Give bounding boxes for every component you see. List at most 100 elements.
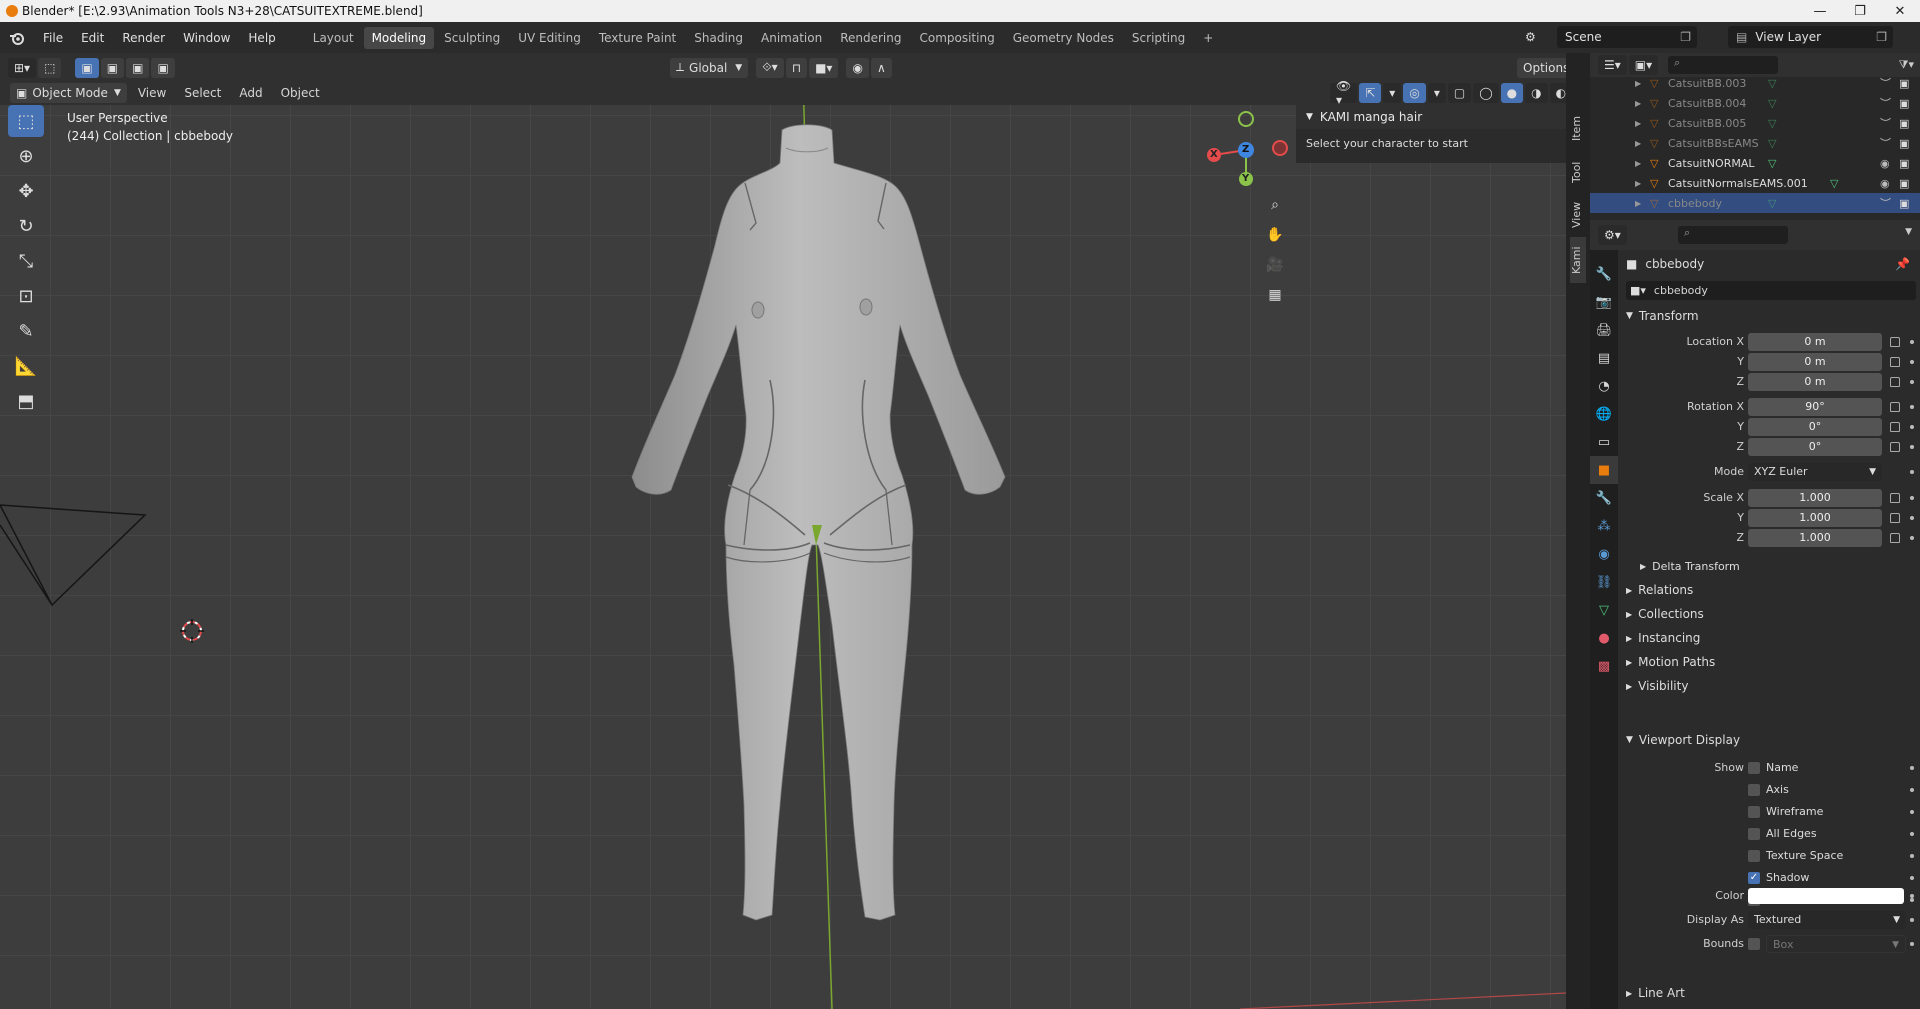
lock-icon[interactable] bbox=[1890, 401, 1900, 412]
output-tab-icon[interactable]: 🖨 bbox=[1590, 316, 1618, 344]
keyframe-icon[interactable] bbox=[1910, 809, 1914, 814]
keyframe-icon[interactable] bbox=[1910, 339, 1914, 344]
keyframe-icon[interactable] bbox=[1910, 917, 1914, 922]
display-mode-icon[interactable]: ▣▾ bbox=[1628, 55, 1659, 75]
keyframe-icon[interactable] bbox=[1910, 424, 1914, 429]
select-mode-extend-icon[interactable]: ▣ bbox=[100, 57, 125, 78]
material-tab-icon[interactable]: ● bbox=[1590, 624, 1618, 652]
keyframe-icon[interactable] bbox=[1910, 875, 1914, 880]
shading-solid-icon[interactable]: ● bbox=[1500, 82, 1524, 103]
mesh-data-icon[interactable]: ▽ bbox=[1768, 77, 1776, 90]
lock-icon[interactable] bbox=[1890, 441, 1900, 452]
checkbox[interactable] bbox=[1748, 827, 1760, 840]
expand-icon[interactable]: ▶ bbox=[1635, 179, 1641, 188]
expand-icon[interactable]: ▶ bbox=[1635, 139, 1641, 148]
lock-icon[interactable] bbox=[1890, 376, 1900, 387]
maximize-button[interactable]: ❐ bbox=[1840, 0, 1880, 22]
outliner-row[interactable]: ▶ ▽ CatsuitBB.005 ▽ ︶ ▣ bbox=[1590, 113, 1920, 133]
gizmo-dropdown-icon[interactable]: ▾ bbox=[1383, 82, 1402, 103]
outliner-row[interactable]: ▶ ▽ CatsuitBB.003 ▽ ︶ ▣ bbox=[1590, 73, 1920, 93]
menu-window[interactable]: Window bbox=[174, 31, 239, 45]
mesh-data-icon[interactable]: ▽ bbox=[1830, 177, 1838, 190]
eye-closed-icon[interactable]: ︶ bbox=[1880, 75, 1891, 91]
cursor-tool-icon[interactable]: ⊕ bbox=[8, 140, 44, 172]
eye-closed-icon[interactable]: ︶ bbox=[1880, 195, 1891, 211]
rotation-z-field[interactable]: 0° bbox=[1748, 437, 1882, 456]
render-tab-icon[interactable]: 📷 bbox=[1590, 288, 1618, 316]
menu-help[interactable]: Help bbox=[239, 31, 284, 45]
mesh-data-tab-icon[interactable]: ▽ bbox=[1590, 596, 1618, 624]
tab-view[interactable]: View bbox=[1570, 193, 1586, 237]
bounds-checkbox[interactable] bbox=[1748, 937, 1760, 950]
outliner-row[interactable]: ▶ ▽ cbbebody ▽ ︶ ▣ bbox=[1590, 193, 1920, 213]
keyframe-icon[interactable] bbox=[1910, 404, 1914, 409]
expand-icon[interactable]: ▶ bbox=[1635, 199, 1641, 208]
keyframe-icon[interactable] bbox=[1910, 444, 1914, 449]
pan-hand-icon[interactable]: ✋ bbox=[1262, 222, 1288, 248]
world-tab-icon[interactable]: 🌐 bbox=[1590, 400, 1618, 428]
visibility-icon[interactable]: 👁▾ bbox=[1330, 79, 1358, 107]
outliner-row[interactable]: ▶ ▽ CatsuitBBsEAMS ▽ ︶ ▣ bbox=[1590, 133, 1920, 153]
camera-icon[interactable]: ▣ bbox=[1899, 157, 1909, 170]
camera-icon[interactable]: ▣ bbox=[1899, 177, 1909, 190]
menu-add[interactable]: Add bbox=[230, 86, 271, 100]
editor-type-icon[interactable]: ⊞▾ bbox=[8, 57, 37, 78]
eye-closed-icon[interactable]: ︶ bbox=[1880, 135, 1891, 151]
keyframe-icon[interactable] bbox=[1910, 941, 1914, 946]
line-art-header[interactable]: ▶ Line Art bbox=[1618, 981, 1920, 1005]
menu-view[interactable]: View bbox=[129, 86, 175, 100]
checkbox[interactable] bbox=[1748, 805, 1760, 818]
select-box-tool-icon[interactable]: ⬚ bbox=[8, 105, 44, 137]
keyframe-icon[interactable] bbox=[1910, 787, 1914, 792]
location-y-field[interactable]: 0 m bbox=[1748, 352, 1882, 371]
add-cube-tool-icon[interactable]: ⬒ bbox=[8, 385, 44, 417]
transform-panel-header[interactable]: ▼ Transform bbox=[1618, 304, 1920, 328]
eye-icon[interactable]: ◉ bbox=[1880, 177, 1890, 190]
xray-icon[interactable]: ▢ bbox=[1447, 82, 1472, 103]
texture-tab-icon[interactable]: ▩ bbox=[1590, 652, 1618, 680]
falloff-icon[interactable]: ∧ bbox=[870, 57, 892, 78]
outliner-editor-icon[interactable]: ☰▾ bbox=[1598, 55, 1627, 75]
mesh-data-icon[interactable]: ▽ bbox=[1768, 197, 1776, 210]
keyframe-icon[interactable] bbox=[1910, 765, 1914, 770]
gizmo-icon[interactable]: ⇱ bbox=[1359, 82, 1382, 103]
tab-tool[interactable]: Tool bbox=[1570, 151, 1586, 193]
select-box-icon[interactable]: ⬚ bbox=[38, 57, 62, 78]
transform-tool-icon[interactable]: ⊡ bbox=[8, 280, 44, 312]
checkbox[interactable] bbox=[1748, 761, 1760, 774]
tab-shading[interactable]: Shading bbox=[686, 27, 751, 49]
overlay-icon[interactable]: ◎ bbox=[1403, 82, 1426, 103]
rotation-x-field[interactable]: 90° bbox=[1748, 397, 1882, 416]
view-layer-tab-icon[interactable]: ▤ bbox=[1590, 344, 1618, 372]
location-x-field[interactable]: 0 m bbox=[1748, 332, 1882, 351]
lock-icon[interactable] bbox=[1890, 336, 1900, 347]
expand-icon[interactable]: ▶ bbox=[1635, 79, 1641, 88]
expand-icon[interactable]: ▶ bbox=[1635, 119, 1641, 128]
tab-geometry-nodes[interactable]: Geometry Nodes bbox=[1005, 27, 1122, 49]
location-z-field[interactable]: 0 m bbox=[1748, 372, 1882, 391]
camera-icon[interactable]: ▣ bbox=[1899, 137, 1909, 150]
neg-x-axis[interactable] bbox=[1272, 140, 1288, 156]
keyframe-icon[interactable] bbox=[1910, 379, 1914, 384]
mesh-data-icon[interactable]: ▽ bbox=[1768, 117, 1776, 130]
keyframe-icon[interactable] bbox=[1910, 495, 1914, 500]
display-as-dropdown[interactable]: Textured ▼ bbox=[1748, 910, 1906, 929]
snap-target-icon[interactable]: ■▾ bbox=[809, 57, 839, 78]
chevron-down-icon[interactable]: ▼ bbox=[1905, 227, 1912, 237]
pin-icon[interactable]: 📌 bbox=[1895, 257, 1910, 271]
camera-icon[interactable]: ▣ bbox=[1899, 197, 1909, 210]
filter-icon[interactable]: ⧩▾ bbox=[1899, 58, 1914, 72]
rotation-mode-dropdown[interactable]: XYZ Euler ▼ bbox=[1748, 462, 1882, 481]
tab-animation[interactable]: Animation bbox=[753, 27, 830, 49]
constraints-tab-icon[interactable]: ⛓ bbox=[1590, 568, 1618, 596]
camera-icon[interactable]: ▣ bbox=[1899, 77, 1909, 90]
tab-rendering[interactable]: Rendering bbox=[832, 27, 909, 49]
shading-wireframe-icon[interactable]: ◯ bbox=[1473, 82, 1499, 103]
keyframe-icon[interactable] bbox=[1910, 893, 1914, 898]
tab-kami[interactable]: Kami bbox=[1570, 237, 1586, 283]
annotate-tool-icon[interactable]: ✎ bbox=[8, 315, 44, 347]
lock-icon[interactable] bbox=[1890, 532, 1900, 543]
scale-y-field[interactable]: 1.000 bbox=[1748, 508, 1882, 527]
scene-tab-icon[interactable]: ◔ bbox=[1590, 372, 1618, 400]
scale-z-field[interactable]: 1.000 bbox=[1748, 528, 1882, 547]
